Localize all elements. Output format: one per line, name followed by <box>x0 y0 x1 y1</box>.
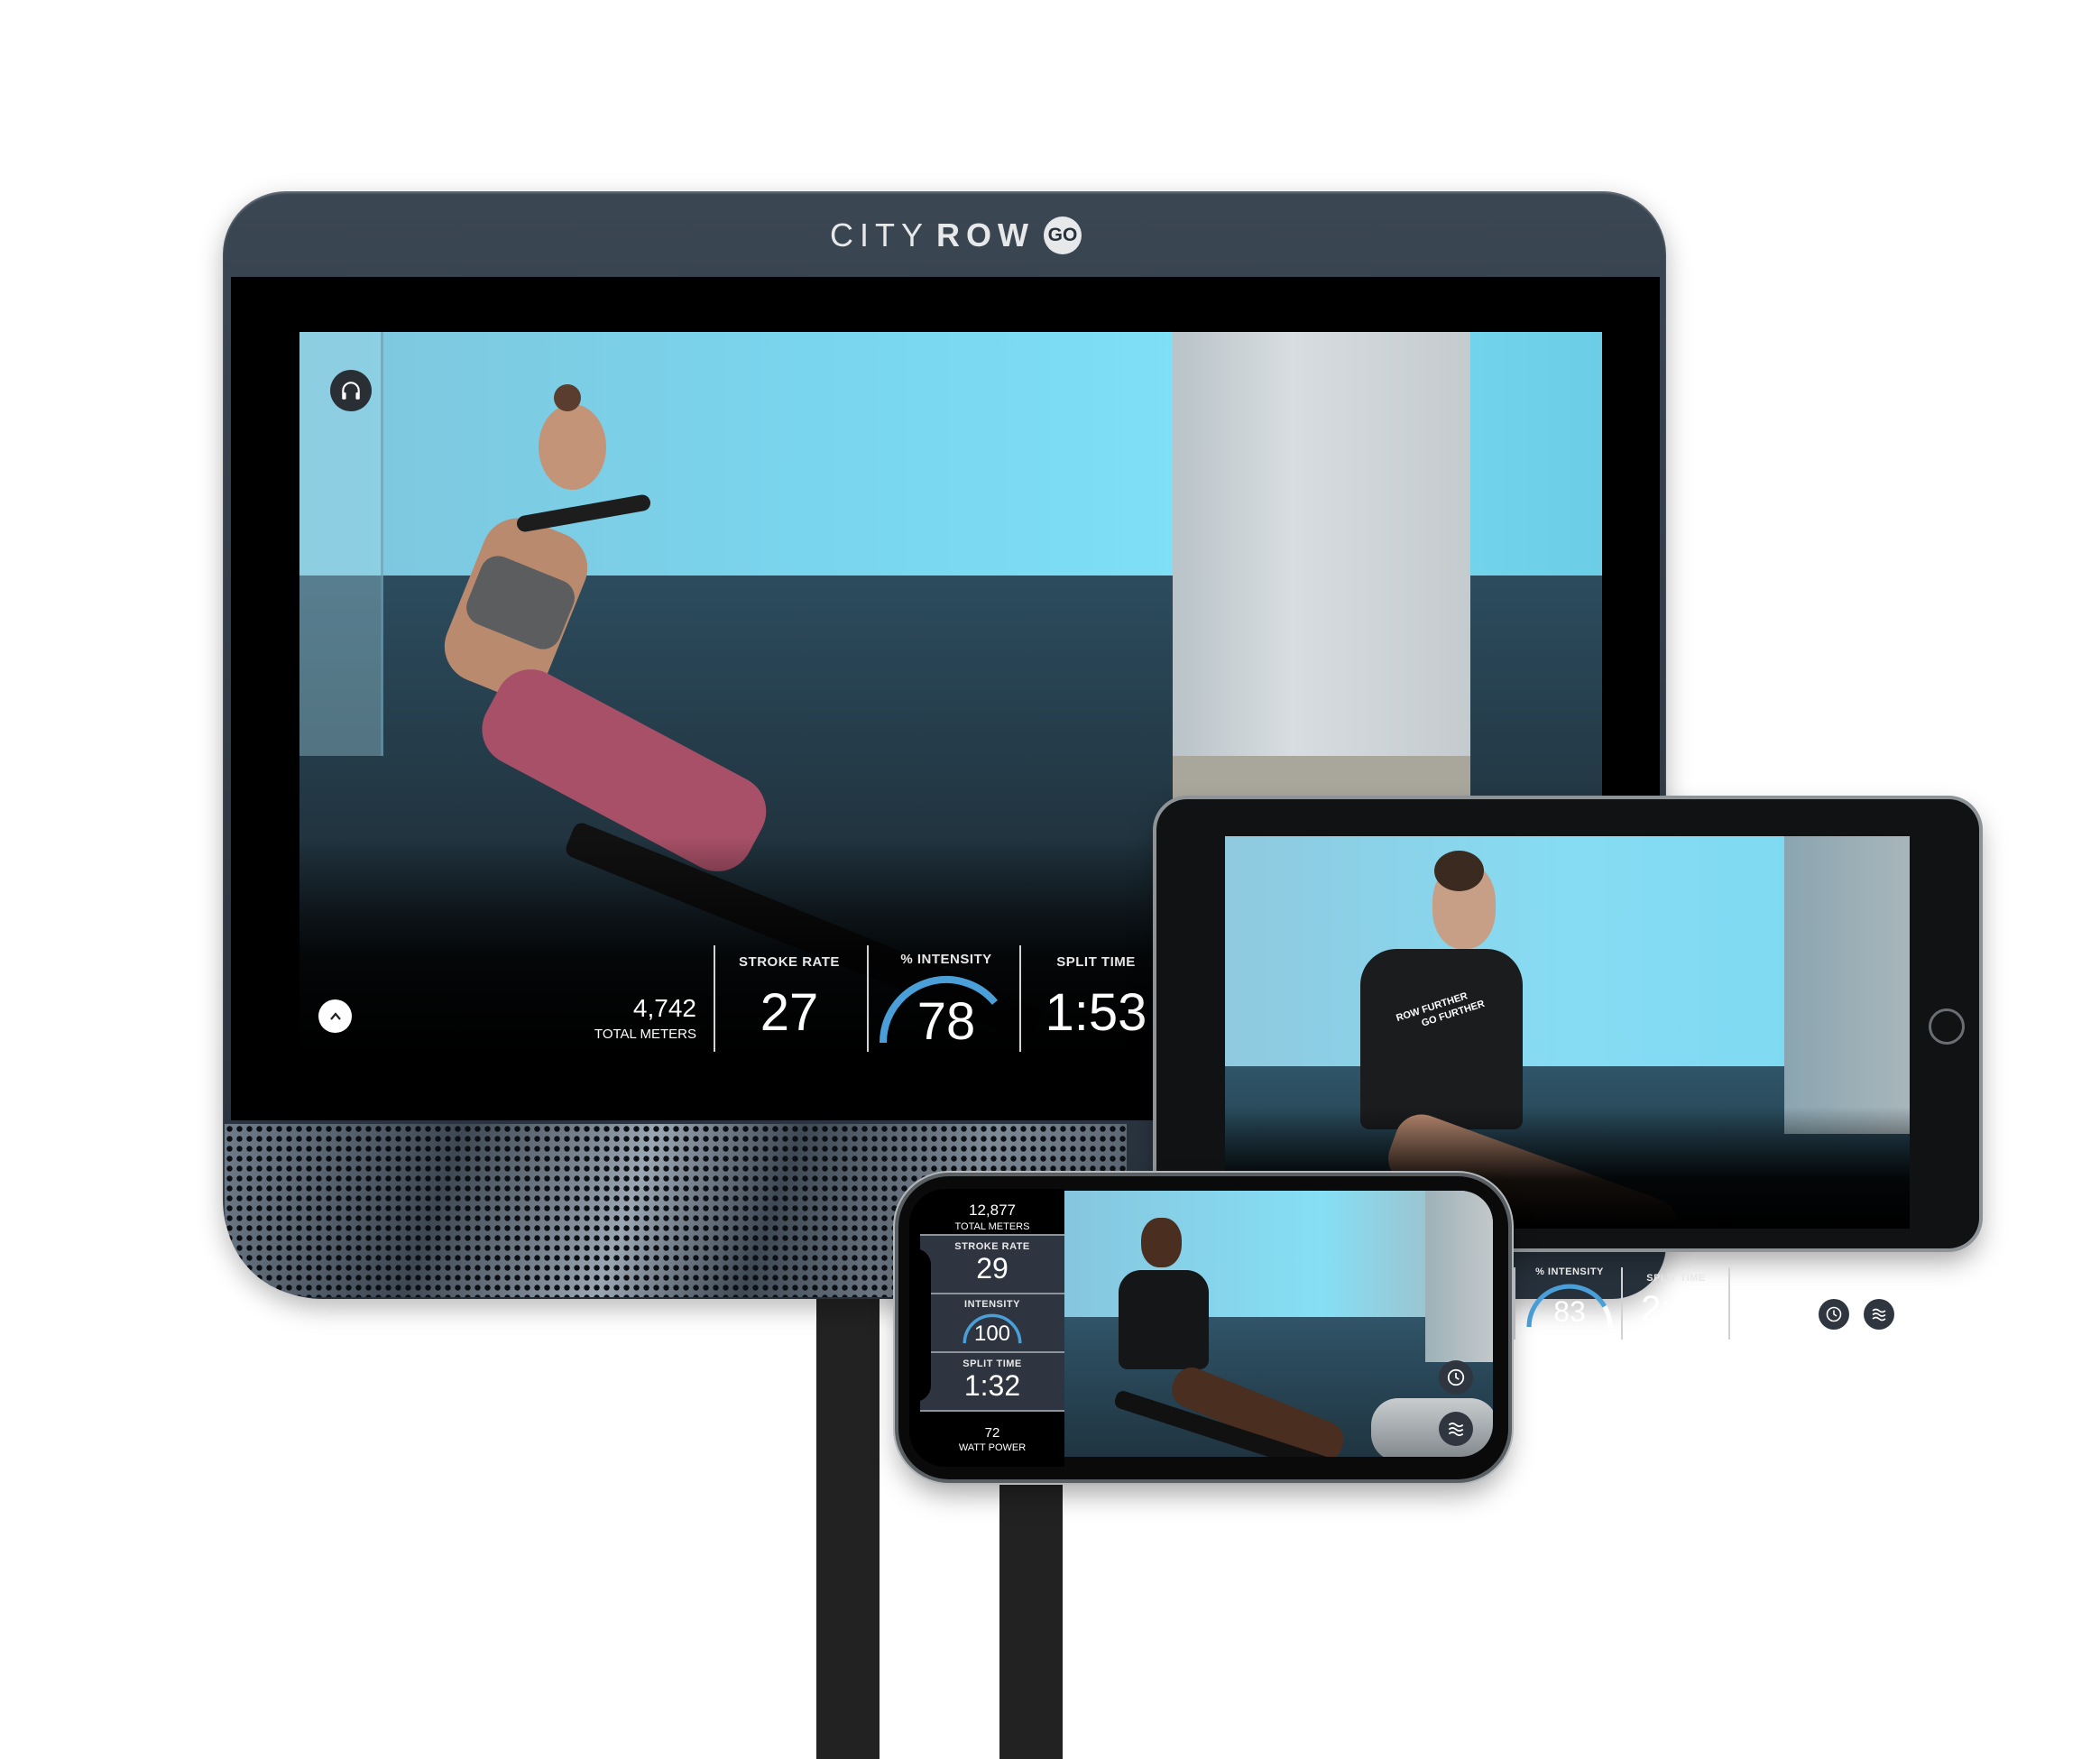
phone-workout-video[interactable] <box>1064 1191 1493 1457</box>
instructor-shirt <box>1119 1270 1209 1369</box>
phone-stroke-rate-metric: STROKE RATE 29 <box>920 1234 1064 1293</box>
phone-total-meters-metric: 12,877 TOTAL METERS <box>920 1202 1064 1232</box>
phone-timer-button[interactable] <box>1439 1360 1473 1395</box>
metric-divider <box>1621 1267 1623 1340</box>
waves-icon <box>1872 1308 1886 1322</box>
total-meters-metric: 4,742 TOTAL METERS <box>559 994 696 1042</box>
split-time-value: 1:53 <box>1045 983 1147 1042</box>
split-time-metric: SPLIT TIME 1:53 <box>1028 954 1164 1043</box>
video-pillar <box>1784 836 1910 1134</box>
phone-metrics-panel: 12,877 TOTAL METERS STROKE RATE 29 INTEN… <box>909 1189 1064 1467</box>
tablet-home-button[interactable] <box>1929 1008 1965 1045</box>
phone-total-meters-label: TOTAL METERS <box>954 1221 1030 1232</box>
instructor-head <box>539 404 606 490</box>
intensity-value: 78 <box>916 992 976 1051</box>
phone-split-time-label: SPLIT TIME <box>962 1358 1022 1369</box>
tablet-intensity-metric: % INTENSITY 83 <box>1523 1266 1616 1330</box>
instructor-shirt <box>1360 949 1523 1129</box>
tablet-intensity-label: % INTENSITY <box>1535 1266 1604 1277</box>
phone-watt-power-metric: 72 WATT POWER <box>920 1425 1064 1453</box>
metric-divider <box>1514 1267 1515 1340</box>
metric-divider <box>867 945 869 1052</box>
phone-notch <box>909 1248 931 1402</box>
clock-icon <box>1447 1368 1465 1386</box>
phone-stroke-rate-label: STROKE RATE <box>954 1241 1030 1252</box>
brand-name-bold: ROW <box>936 216 1035 253</box>
phone-watt-power-value: 72 <box>984 1425 1000 1441</box>
expand-metrics-button[interactable] <box>318 999 352 1033</box>
tablet-workout-video[interactable]: ROW FURTHER GO FURTHER <box>1225 836 1910 1229</box>
video-pillar <box>1173 332 1470 810</box>
waves-icon <box>1448 1423 1464 1437</box>
brand-name-thin: CITY <box>830 216 930 253</box>
tablet-split-time-metric: SPLIT TIME 2:04 <box>1626 1273 1727 1330</box>
brand-badge: GO <box>1044 216 1082 254</box>
tablet-watt-power-label: WATT POWER <box>1739 1324 1807 1335</box>
tablet-timer-button[interactable] <box>1819 1299 1849 1330</box>
stroke-rate-label: STROKE RATE <box>739 954 840 970</box>
phone-intensity-value: 100 <box>973 1322 1011 1346</box>
stroke-rate-metric: STROKE RATE 27 <box>722 954 857 1043</box>
brand-logo: CITY ROW GO <box>830 216 1082 254</box>
tablet-watt-power-metric: 78 WATT POWER <box>1739 1303 1806 1335</box>
chevron-up-icon <box>329 1011 341 1020</box>
headphones-icon <box>342 382 360 400</box>
tablet-split-time-label: SPLIT TIME <box>1646 1273 1706 1284</box>
instructor-hair <box>554 384 581 411</box>
stand-leg-left <box>816 1290 880 1759</box>
total-meters-value: 4,742 <box>632 994 696 1022</box>
video-pillar <box>1425 1191 1493 1362</box>
split-time-label: SPLIT TIME <box>1056 954 1136 970</box>
total-meters-label: TOTAL METERS <box>594 1027 696 1042</box>
phone-stroke-rate-value: 29 <box>976 1252 1009 1285</box>
metric-divider <box>1019 945 1021 1052</box>
instructor-hair <box>1434 851 1484 891</box>
metric-divider <box>714 945 715 1052</box>
intensity-metric: % INTENSITY 78 <box>873 952 1019 1051</box>
instructor-head <box>1141 1218 1182 1267</box>
tablet-split-time-value: 2:04 <box>1641 1289 1711 1329</box>
phone-resistance-button[interactable] <box>1439 1412 1473 1446</box>
intensity-label: % INTENSITY <box>900 952 992 967</box>
clock-icon <box>1826 1306 1842 1322</box>
water-tank <box>1371 1398 1493 1457</box>
tablet-intensity-value: 83 <box>1553 1295 1586 1328</box>
tablet-resistance-button[interactable] <box>1864 1299 1894 1330</box>
phone-split-time-value: 1:32 <box>963 1369 1021 1402</box>
tablet-watt-power-value: 78 <box>1739 1303 1758 1321</box>
phone-watt-power-label: WATT POWER <box>958 1442 1027 1453</box>
phone-intensity-metric: INTENSITY 100 <box>920 1293 1064 1351</box>
phone-intensity-label: INTENSITY <box>964 1299 1020 1310</box>
phone-split-time-metric: SPLIT TIME 1:32 <box>920 1351 1064 1412</box>
metric-divider <box>1728 1267 1730 1340</box>
audio-button[interactable] <box>330 370 372 411</box>
stroke-rate-value: 27 <box>760 983 819 1042</box>
phone-total-meters-value: 12,877 <box>969 1202 1016 1219</box>
